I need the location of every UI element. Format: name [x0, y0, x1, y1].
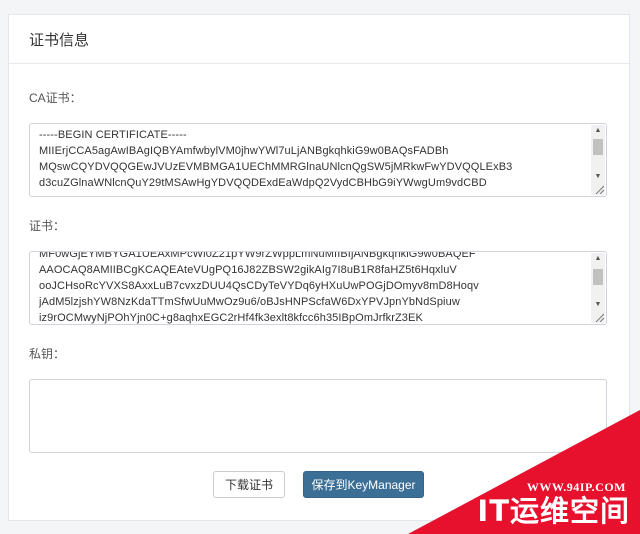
resize-grip-icon[interactable] [594, 312, 604, 322]
ca-cert-text: -----BEGIN CERTIFICATE----- MIIErjCCA5ag… [39, 127, 588, 191]
panel-header: 证书信息 [9, 15, 629, 64]
scroll-up-arrow-icon[interactable]: ▲ [591, 253, 605, 265]
resize-grip-icon[interactable] [594, 184, 604, 194]
scroll-up-arrow-icon[interactable]: ▲ [591, 125, 605, 137]
ca-cert-textarea[interactable]: -----BEGIN CERTIFICATE----- MIIErjCCA5ag… [29, 123, 607, 197]
cert-label: 证书： [29, 219, 66, 233]
ca-cert-line: MQswCQYDVQQGEwJVUzEVMBMGA1UEChMMRGlnaUNl… [39, 161, 513, 173]
save-to-keymanager-button[interactable]: 保存到KeyManager [303, 471, 424, 498]
cert-textarea[interactable]: MF0wGjEYMBYGA1UEAxMPcWl0Z21pYW9rZWppLmNu… [29, 251, 607, 325]
watermark-logo: WWW.94IP.COM IT运维空间 [408, 410, 640, 534]
ca-cert-line: d3cuZGlnaWNlcnQuY29tMSAwHgYDVQQDExdEaWdp… [39, 177, 487, 189]
scrollbar-thumb[interactable] [593, 269, 603, 285]
cert-line: MF0wGjEYMBYGA1UEAxMPcWl0Z21pYW9rZWppLmNu… [39, 251, 476, 260]
ca-cert-label: CA证书： [29, 91, 82, 105]
download-cert-button[interactable]: 下载证书 [213, 471, 285, 498]
cert-line: AAOCAQ8AMIIBCgKCAQEAteVUgPQ16J82ZBSW2gik… [39, 264, 457, 276]
watermark-brand: IT运维空间 [477, 494, 630, 528]
cert-line: jAdM5lzjshYW8NzKdaTTmSfwUuMwOz9u6/oBJsHN… [39, 296, 460, 308]
private-key-label: 私钥： [29, 347, 66, 361]
scroll-down-arrow-icon[interactable]: ▼ [591, 171, 605, 183]
panel-title: 证书信息 [29, 31, 90, 49]
scrollbar-thumb[interactable] [593, 139, 603, 155]
cert-line: ooJCHsoRcYVXS8AxxLuB7cvxzDUU4QsCDyTeVYDq… [39, 280, 479, 292]
ca-cert-line: MIIErjCCA5agAwIBAgIQBYAmfwbylVM0jhwYWl7u… [39, 145, 449, 157]
ca-cert-line: -----BEGIN CERTIFICATE----- [39, 129, 187, 141]
scroll-down-arrow-icon[interactable]: ▼ [591, 299, 605, 311]
cert-text: MF0wGjEYMBYGA1UEAxMPcWl0Z21pYW9rZWppLmNu… [39, 251, 588, 324]
cert-line: iz9rOCMwyNjPOhYjn0C+g8aqhxEGC2rHf4fk3exl… [39, 312, 423, 324]
